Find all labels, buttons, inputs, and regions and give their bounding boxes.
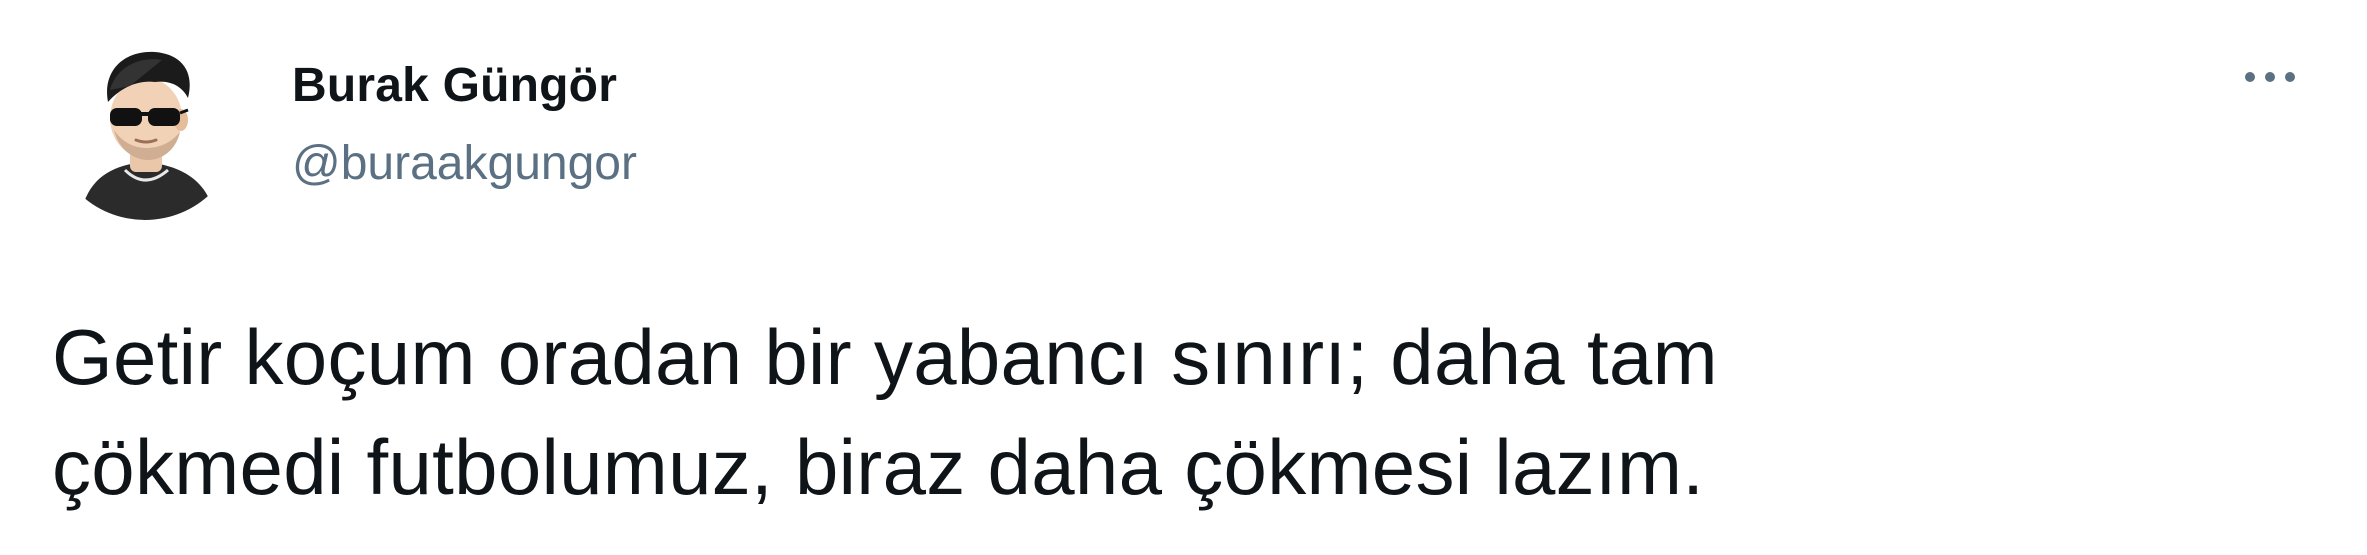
tweet-text-line: çökmedi futbolumuz, biraz daha çökmesi l…: [52, 423, 1705, 511]
author-avatar[interactable]: [50, 30, 240, 220]
tweet-card: Burak Güngör @buraakgungor Getir koçum o…: [0, 0, 2367, 555]
author-display-name[interactable]: Burak Güngör: [292, 58, 617, 113]
more-horizontal-icon: [2245, 72, 2295, 82]
author-handle[interactable]: @buraakgungor: [292, 136, 637, 191]
tweet-text: Getir koçum oradan bir yabancı sınırı; d…: [52, 302, 2302, 522]
cartoon-man-sunglasses-avatar-icon: [50, 30, 240, 220]
tweet-text-line: Getir koçum oradan bir yabancı sınırı; d…: [52, 313, 1718, 401]
more-options-button[interactable]: [2230, 52, 2310, 102]
